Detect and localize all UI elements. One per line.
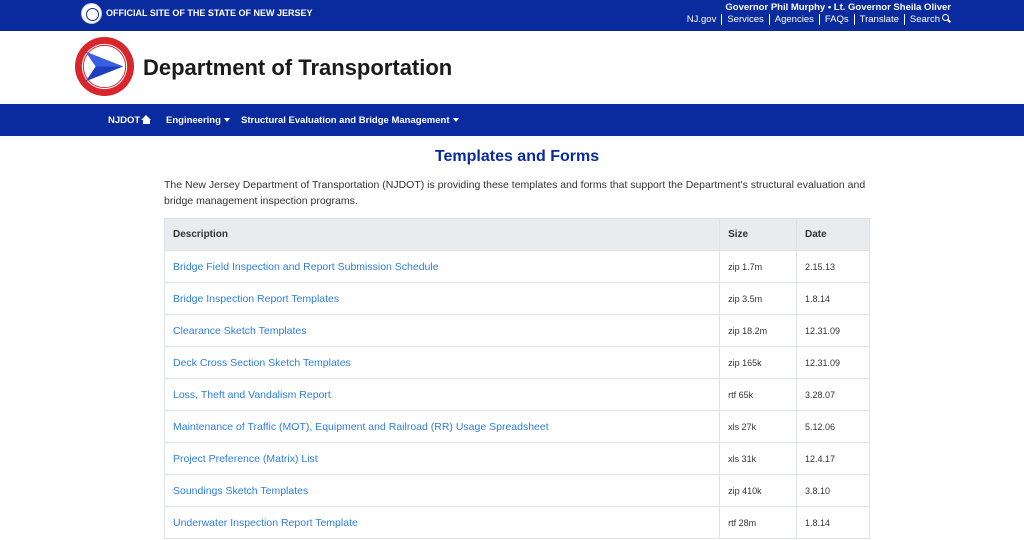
file-size: xls 27k (719, 410, 798, 443)
file-size: rtf 65k (719, 378, 798, 411)
table-row: Loss, Theft and Vandalism Report rtf 65k… (163, 378, 870, 411)
file-size: rtf 28m (719, 506, 798, 539)
top-links: NJ.gov Services Agencies FAQs Translate … (687, 14, 951, 25)
search-icon (942, 14, 951, 23)
document-link[interactable]: Deck Cross Section Sketch Templates (163, 346, 721, 379)
file-date: 12.4.17 (796, 442, 870, 475)
link-translate[interactable]: Translate (853, 14, 904, 25)
table-header-row: Description Size Date (163, 218, 870, 251)
document-link[interactable]: Underwater Inspection Report Template (163, 506, 721, 539)
link-faqs[interactable]: FAQs (818, 14, 854, 25)
document-link[interactable]: Loss, Theft and Vandalism Report (163, 378, 721, 411)
nav-structural-label: Structural Evaluation and Bridge Managem… (241, 115, 450, 126)
table-row: Bridge Field Inspection and Report Submi… (163, 250, 870, 283)
table-row: Deck Cross Section Sketch Templates zip … (163, 346, 870, 379)
official-site-label[interactable]: OFFICIAL SITE OF THE STATE OF NEW JERSEY (106, 8, 313, 18)
state-top-bar: OFFICIAL SITE OF THE STATE OF NEW JERSEY… (0, 0, 1024, 31)
file-date: 1.8.14 (796, 282, 870, 315)
link-services[interactable]: Services (721, 14, 768, 25)
column-header-date: Date (796, 218, 870, 251)
file-size: zip 18.2m (719, 314, 798, 347)
document-link[interactable]: Clearance Sketch Templates (163, 314, 721, 347)
document-link[interactable]: Soundings Sketch Templates (163, 474, 721, 507)
chevron-down-icon (452, 118, 459, 122)
page-title: Templates and Forms (434, 148, 600, 165)
table-row: Maintenance of Traffic (MOT), Equipment … (163, 410, 870, 443)
table-row: Underwater Inspection Report Template rt… (163, 506, 870, 539)
document-link[interactable]: Project Preference (Matrix) List (163, 442, 721, 475)
nav-structural-evaluation[interactable]: Structural Evaluation and Bridge Managem… (241, 115, 459, 126)
home-icon (141, 115, 152, 124)
table-row: Project Preference (Matrix) List xls 31k… (163, 442, 870, 475)
document-link[interactable]: Bridge Inspection Report Templates (163, 282, 721, 315)
governor-label: Governor Phil Murphy • Lt. Governor Shei… (725, 2, 951, 13)
file-date: 12.31.09 (796, 314, 870, 347)
nav-engineering[interactable]: Engineering (166, 115, 230, 126)
table-row: Bridge Inspection Report Templates zip 3… (163, 282, 870, 315)
file-date: 2.15.13 (796, 250, 870, 283)
file-date: 3.8.10 (796, 474, 870, 507)
table-row: Clearance Sketch Templates zip 18.2m 12.… (163, 314, 870, 347)
column-header-size: Size (719, 218, 798, 251)
file-date: 3.28.07 (796, 378, 870, 411)
templates-table: Description Size Date Bridge Field Inspe… (163, 218, 870, 539)
link-agencies[interactable]: Agencies (768, 14, 819, 25)
file-size: zip 165k (719, 346, 798, 379)
document-link[interactable]: Bridge Field Inspection and Report Submi… (163, 250, 721, 283)
site-header: Department of Transportation (0, 31, 1024, 104)
search-link[interactable]: Search (903, 14, 951, 25)
file-size: zip 3.5m (719, 282, 798, 315)
file-date: 1.8.14 (796, 506, 870, 539)
chevron-down-icon (223, 118, 230, 122)
main-nav: NJDOT Engineering Structural Evaluation … (0, 104, 1024, 136)
nav-home[interactable]: NJDOT (108, 115, 152, 126)
file-date: 5.12.06 (796, 410, 870, 443)
file-size: zip 410k (719, 474, 798, 507)
nav-engineering-label: Engineering (166, 115, 221, 126)
search-label: Search (909, 14, 940, 25)
nav-home-label: NJDOT (108, 115, 141, 126)
department-title[interactable]: Department of Transportation (143, 55, 452, 81)
file-date: 12.31.09 (796, 346, 870, 379)
link-nj-gov[interactable]: NJ.gov (687, 14, 722, 25)
njdot-logo-icon[interactable] (74, 36, 135, 97)
document-link[interactable]: Maintenance of Traffic (MOT), Equipment … (163, 410, 721, 443)
table-row: Soundings Sketch Templates zip 410k 3.8.… (163, 474, 870, 507)
intro-text: The New Jersey Department of Transportat… (164, 179, 866, 207)
file-size: xls 31k (719, 442, 798, 475)
nj-state-seal-icon[interactable] (81, 3, 102, 24)
column-header-description: Description (163, 218, 721, 251)
file-size: zip 1.7m (719, 250, 798, 283)
